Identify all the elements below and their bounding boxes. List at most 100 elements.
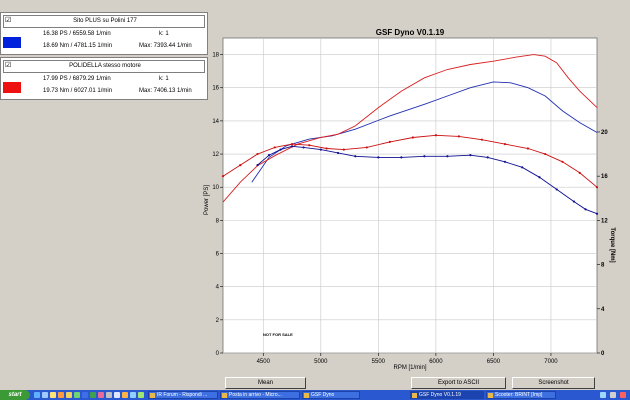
y2-tick-label-0: 0 <box>601 351 605 357</box>
x-tick-label-1: 5000 <box>314 359 328 365</box>
tray-network-icon[interactable] <box>600 392 606 398</box>
quicklaunch-winamp-icon[interactable] <box>122 392 128 398</box>
series-torque-point-2-20 <box>595 212 599 215</box>
series-torque-point-2-7 <box>354 155 357 158</box>
series-torque-point-3-4 <box>290 143 294 146</box>
quicklaunch-media-icon[interactable] <box>58 392 64 398</box>
series-torque-point-3-13 <box>480 138 484 141</box>
y-tick-label-5: 10 <box>212 185 219 191</box>
start-button[interactable]: start <box>0 390 30 400</box>
series-torque-point-3-9 <box>388 140 391 143</box>
series-torque-point-2-11 <box>446 155 449 158</box>
taskbar-item-scooter[interactable]: Scooter: BRINT [Imp] <box>486 391 556 399</box>
y-axis-label: Power [PS] <box>204 185 210 215</box>
taskbar-item-label: GSF Dyno V0.1.19 <box>419 392 461 398</box>
y-tick-label-0: 0 <box>216 351 220 357</box>
plot-area <box>222 37 598 354</box>
app-icon <box>412 393 417 398</box>
quicklaunch-messenger-icon[interactable] <box>74 392 80 398</box>
x-tick-label-4: 6500 <box>487 359 501 365</box>
series-torque-point-3-3 <box>273 146 276 149</box>
x-tick-label-0: 4500 <box>257 359 271 365</box>
export-ascii-button[interactable]: Export to ASCII <box>411 377 506 389</box>
y-tick-label-4: 8 <box>216 218 220 224</box>
series-torque-point-3-8 <box>365 146 368 149</box>
series-torque-point-3-17 <box>561 160 564 163</box>
taskbar-item-label: Posta in arrivo - Micro... <box>229 392 282 398</box>
series-torque-point-2-14 <box>503 160 507 163</box>
series-torque-point-3-10 <box>411 136 414 139</box>
y2-tick-label-4: 16 <box>601 174 608 180</box>
screenshot-button[interactable]: Screenshot <box>512 377 595 389</box>
quicklaunch-word-icon[interactable] <box>82 392 88 398</box>
mean-button[interactable]: Mean <box>225 377 306 389</box>
series-torque-point-3-0 <box>221 175 225 178</box>
y-tick-label-9: 18 <box>212 53 219 59</box>
taskbar-item-gsf-dyno-active[interactable]: GSF Dyno V0.1.19 <box>410 391 484 399</box>
x-tick-label-5: 7000 <box>544 359 558 365</box>
series-torque-point-2-16 <box>538 176 541 179</box>
taskbar-item-label: GSF Dyno <box>311 392 335 398</box>
y-tick-label-1: 2 <box>216 318 220 324</box>
quicklaunch-chat-icon[interactable] <box>138 392 144 398</box>
y2-tick-label-3: 12 <box>601 218 608 224</box>
series-torque-point-2-2 <box>279 148 282 151</box>
series-torque-point-2-5 <box>319 148 322 151</box>
tray-volume-icon[interactable] <box>610 392 616 398</box>
dyno-chart: 4500 5000 5500 6000 6500 7000 0 2 4 6 8 10 12 14 16 18 0… <box>204 28 615 371</box>
y2-tick-label-5: 20 <box>601 130 608 136</box>
quicklaunch-ie-icon[interactable] <box>34 392 40 398</box>
quicklaunch-excel-icon[interactable] <box>90 392 96 398</box>
y-tick-label-6: 12 <box>212 152 219 158</box>
taskbar-item-forum[interactable]: IR Forum - Rispondi ... <box>148 391 218 399</box>
taskbar-item-label: Scooter: BRINT [Imp] <box>495 392 543 398</box>
series-torque-point-3-2 <box>256 152 259 156</box>
app-icon <box>304 393 309 398</box>
series-torque-point-2-9 <box>400 156 403 159</box>
y-tick-label-8: 16 <box>212 86 219 92</box>
series-torque-point-3-5 <box>308 144 311 147</box>
taskbar-item-mail[interactable]: Posta in arrivo - Micro... <box>220 391 300 399</box>
taskbar: start IR Forum - Rispondi ... Posta in a… <box>0 390 630 400</box>
series-torque-point-3-15 <box>526 147 530 150</box>
tray-antivirus-icon[interactable] <box>620 392 626 398</box>
x-tick-label-3: 6000 <box>429 359 443 365</box>
series-torque-point-2-19 <box>584 208 587 211</box>
series-torque-point-2-8 <box>377 156 380 159</box>
y2-axis-label: Torque [Nm] <box>609 227 615 262</box>
browser-icon <box>150 393 155 398</box>
mail-icon <box>222 393 227 398</box>
y-tick-label-3: 6 <box>216 252 220 258</box>
quicklaunch-calc-icon[interactable] <box>106 392 112 398</box>
series-torque-point-2-12 <box>469 154 472 157</box>
series-torque-point-3-16 <box>544 152 547 156</box>
series-torque-point-3-14 <box>503 143 507 146</box>
quicklaunch-mail-icon[interactable] <box>50 392 56 398</box>
taskbar-item-gsf-dyno[interactable]: GSF Dyno <box>302 391 360 399</box>
series-torque-point-3-7 <box>342 148 345 151</box>
quicklaunch-folder-icon[interactable] <box>66 392 72 398</box>
series-torque-point-2-17 <box>555 188 558 191</box>
y2-tick-label-2: 8 <box>601 263 605 269</box>
series-torque-point-3-6 <box>325 147 328 150</box>
series-torque-point-3-19 <box>595 186 599 189</box>
series-torque-point-3-11 <box>434 134 437 137</box>
series-torque-point-3-1 <box>239 164 242 167</box>
series-torque-point-2-6 <box>336 151 340 155</box>
quicklaunch-search-icon[interactable] <box>130 392 136 398</box>
x-tick-label-2: 5500 <box>372 359 386 365</box>
chart-title: GSF Dyno V0.1.19 <box>376 28 445 37</box>
series-torque-point-2-3 <box>290 145 294 148</box>
series-torque-point-2-13 <box>486 156 489 159</box>
quicklaunch-paint-icon[interactable] <box>98 392 104 398</box>
image-icon <box>488 393 493 398</box>
quicklaunch-notepad-icon[interactable] <box>114 392 120 398</box>
taskbar-item-label: IR Forum - Rispondi ... <box>157 392 208 398</box>
series-torque-point-2-10 <box>423 155 426 158</box>
y-tick-label-7: 14 <box>212 119 219 125</box>
y-tick-label-2: 4 <box>216 285 220 291</box>
series-torque-point-2-0 <box>256 164 259 167</box>
series-torque-point-2-18 <box>572 200 576 203</box>
quicklaunch-desktop-icon[interactable] <box>42 392 48 398</box>
series-torque-point-3-18 <box>578 171 581 174</box>
